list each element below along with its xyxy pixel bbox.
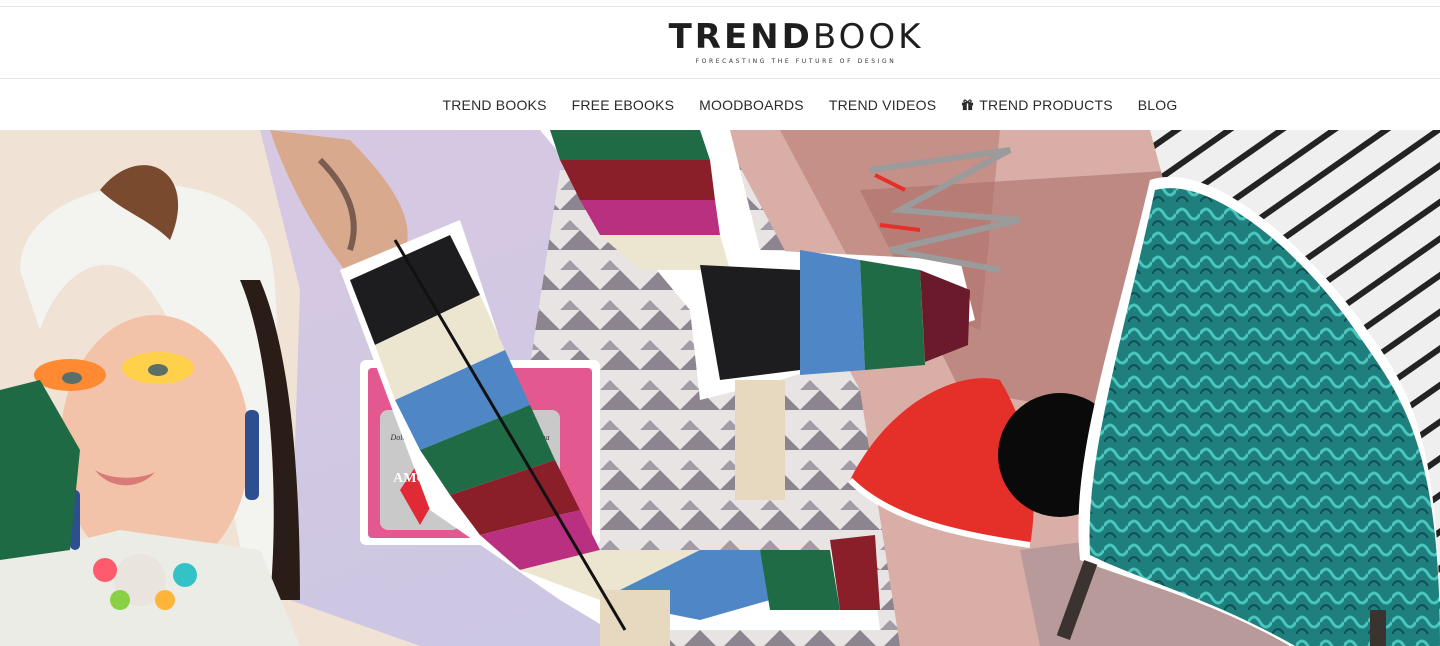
- logo-word-book: BOOK: [812, 17, 924, 57]
- nav-list: TREND BOOKS FREE EBOOKS MOODBOARDS TREND…: [430, 79, 1190, 130]
- nav-item-trend-books[interactable]: TREND BOOKS: [430, 79, 559, 130]
- nav-label: BLOG: [1137, 96, 1178, 113]
- logo-word-trend: TREND: [668, 17, 813, 57]
- nav-item-moodboards[interactable]: MOODBOARDS: [687, 79, 817, 130]
- site-header: TRENDBOOK FORECASTING THE FUTURE OF DESI…: [0, 7, 1440, 78]
- nav-label: FREE EBOOKS: [571, 96, 675, 113]
- logo-tagline: FORECASTING THE FUTURE OF DESIGN: [695, 58, 897, 65]
- nav-item-trend-products[interactable]: TREND PRODUCTS: [949, 79, 1125, 130]
- hero-collage-banner[interactable]: AMORE AMORE Dolce & Gabbana Dolce & Gabb…: [0, 130, 1440, 646]
- nav-item-blog[interactable]: BLOG: [1125, 79, 1190, 130]
- gift-icon: [962, 99, 974, 111]
- collage-image: AMORE AMORE Dolce & Gabbana Dolce & Gabb…: [0, 130, 1440, 646]
- nav-label: TREND VIDEOS: [828, 96, 937, 113]
- logo-wordmark: TRENDBOOK: [664, 19, 928, 55]
- nav-label: MOODBOARDS: [699, 96, 804, 113]
- nav-item-trend-videos[interactable]: TREND VIDEOS: [816, 79, 948, 130]
- nav-item-free-ebooks[interactable]: FREE EBOOKS: [559, 79, 687, 130]
- nav-label: TREND BOOKS: [442, 96, 547, 113]
- main-navigation: TREND BOOKS FREE EBOOKS MOODBOARDS TREND…: [0, 79, 1440, 130]
- trendbook-logo[interactable]: TRENDBOOK FORECASTING THE FUTURE OF DESI…: [664, 19, 928, 69]
- nav-label: TREND PRODUCTS: [979, 96, 1113, 113]
